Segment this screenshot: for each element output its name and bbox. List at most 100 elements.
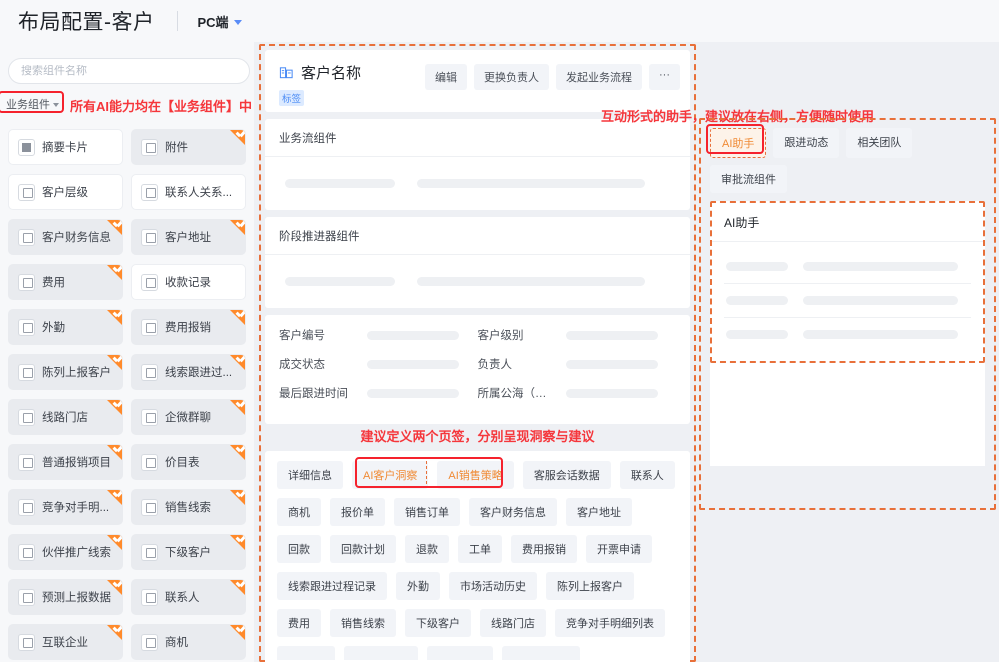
ai-badge-corner-icon	[230, 535, 245, 550]
placeholder-bar	[803, 330, 958, 339]
component-card-label: 联系人	[165, 592, 200, 604]
record-tab-item[interactable]: 外勤	[396, 572, 440, 600]
record-tab-item[interactable]: 详细信息	[277, 461, 343, 489]
edit-button[interactable]: 编辑	[425, 64, 467, 90]
field-value	[367, 330, 459, 340]
tab-related-team[interactable]: 相关团队	[846, 128, 913, 158]
component-card[interactable]: 客户层级	[8, 174, 123, 210]
tab-ai-assistant[interactable]: AI助手	[710, 128, 767, 158]
placeholder-bar	[803, 262, 958, 271]
placeholder-bar	[417, 179, 645, 188]
component-card-label: 客户地址	[165, 232, 211, 244]
category-selector[interactable]: 业务组件	[0, 93, 66, 115]
component-icon	[141, 318, 158, 336]
ai-badge-corner-icon	[230, 220, 245, 235]
record-tab-item[interactable]: 线索跟进过程记录	[277, 572, 387, 600]
right-panel-region: AI助手 跟进动态 相关团队 审批流组件 AI助手	[699, 118, 996, 510]
component-card[interactable]: 客户财务信息	[8, 219, 123, 255]
record-tab-item[interactable]: 客户财务信息	[469, 498, 557, 526]
tab-approval-flow[interactable]: 审批流组件	[710, 165, 787, 193]
component-card-label: 费用报销	[165, 322, 211, 334]
component-card[interactable]: 价目表	[131, 444, 246, 480]
component-card[interactable]: 商机	[131, 624, 246, 660]
record-tab-item[interactable]: 下级客户	[405, 609, 471, 637]
record-tab-item[interactable]: 商机	[277, 498, 321, 526]
record-tab-item[interactable]: 销售订单	[394, 498, 460, 526]
component-card[interactable]: 线路门店	[8, 399, 123, 435]
record-tab-ai[interactable]: AI销售策略	[437, 461, 514, 489]
category-row: 业务组件 所有AI能力均在【业务组件】中	[0, 91, 252, 119]
record-tab-item[interactable]: 回款计划	[330, 535, 396, 563]
component-card[interactable]: 费用报销	[131, 309, 246, 345]
start-workflow-button[interactable]: 发起业务流程	[556, 64, 642, 90]
component-card[interactable]: 预测上报数据	[8, 579, 123, 615]
record-tab-item[interactable]: 回款	[277, 535, 321, 563]
record-tab-item[interactable]: 退款	[405, 535, 449, 563]
component-icon	[141, 363, 158, 381]
component-card[interactable]: 外勤	[8, 309, 123, 345]
record-tab-item[interactable]	[277, 646, 335, 660]
component-card[interactable]: 互联企业	[8, 624, 123, 660]
placeholder-bar	[417, 277, 645, 286]
field-value	[367, 359, 459, 369]
record-tab-item[interactable]: 客户地址	[566, 498, 632, 526]
component-card[interactable]: 线索跟进过...	[131, 354, 246, 390]
component-icon	[141, 408, 158, 426]
ai-badge-corner-icon	[230, 625, 245, 640]
record-actions: 编辑 更换负责人 发起业务流程 ···	[425, 64, 680, 90]
record-tab-item[interactable]	[502, 646, 580, 660]
component-card[interactable]: 陈列上报客户	[8, 354, 123, 390]
header-divider	[176, 11, 178, 31]
record-tab-item[interactable]: 市场活动历史	[449, 572, 537, 600]
search-box[interactable]	[8, 58, 250, 84]
record-tabs-card: 详细信息 AI客户洞察 AI销售策略 客服会话数据 联系人 商机 报价单 销售订单 客户财务信…	[265, 451, 690, 662]
ai-placeholder-row	[724, 283, 971, 317]
record-tab-item[interactable]: 开票申请	[586, 535, 652, 563]
device-selector[interactable]: PC端	[198, 12, 242, 31]
component-card[interactable]: 下级客户	[131, 534, 246, 570]
tab-row: 线索跟进过程记录 外勤 市场活动历史 陈列上报客户	[277, 572, 678, 600]
component-icon	[141, 228, 158, 246]
component-icon	[18, 363, 35, 381]
record-tab-item[interactable]: 报价单	[330, 498, 385, 526]
record-tab-item[interactable]: 费用	[277, 609, 321, 637]
component-card[interactable]: 销售线索	[131, 489, 246, 525]
component-card[interactable]: 收款记录	[131, 264, 246, 300]
placeholder-bar	[285, 179, 395, 188]
placeholder-bar	[726, 262, 788, 271]
record-tab-item[interactable]: 线路门店	[480, 609, 546, 637]
component-card[interactable]: 竞争对手明...	[8, 489, 123, 525]
component-card[interactable]: 伙伴推广线索	[8, 534, 123, 570]
component-card-label: 商机	[165, 637, 188, 649]
component-icon	[18, 633, 35, 651]
record-tab-item[interactable]: 联系人	[619, 461, 675, 489]
record-tab-item[interactable]	[344, 646, 418, 660]
component-card[interactable]: 联系人关系...	[131, 174, 246, 210]
record-tab-ai[interactable]: AI客户洞察	[352, 461, 429, 489]
search-input[interactable]	[21, 65, 237, 77]
ai-badge-corner-icon	[230, 445, 245, 460]
ai-badge-corner-icon	[230, 400, 245, 415]
sidebar-annotation: 所有AI能力均在【业务组件】中	[70, 99, 253, 114]
ai-placeholder-row	[724, 256, 971, 283]
tab-follow-up[interactable]: 跟进动态	[773, 128, 840, 158]
record-tab-item[interactable]: 费用报销	[511, 535, 577, 563]
field-cell: 负责人	[478, 356, 677, 372]
component-card[interactable]: 客户地址	[131, 219, 246, 255]
component-card[interactable]: 企微群聊	[131, 399, 246, 435]
record-tab-item[interactable]: 陈列上报客户	[546, 572, 634, 600]
component-card[interactable]: 附件	[131, 129, 246, 165]
record-tab-item[interactable]: 客服会话数据	[522, 461, 611, 489]
more-actions-button[interactable]: ···	[649, 64, 680, 90]
component-card[interactable]: 摘要卡片	[8, 129, 123, 165]
component-card-label: 互联企业	[42, 637, 88, 649]
component-card[interactable]: 费用	[8, 264, 123, 300]
record-tab-item[interactable]: 工单	[458, 535, 502, 563]
record-tab-item[interactable]: 销售线索	[330, 609, 396, 637]
ai-badge-corner-icon	[107, 355, 122, 370]
record-tab-item[interactable]	[427, 646, 493, 660]
change-owner-button[interactable]: 更换负责人	[474, 64, 549, 90]
record-tab-item[interactable]: 竞争对手明细列表	[555, 609, 665, 637]
component-card[interactable]: 联系人	[131, 579, 246, 615]
component-card[interactable]: 普通报销项目	[8, 444, 123, 480]
